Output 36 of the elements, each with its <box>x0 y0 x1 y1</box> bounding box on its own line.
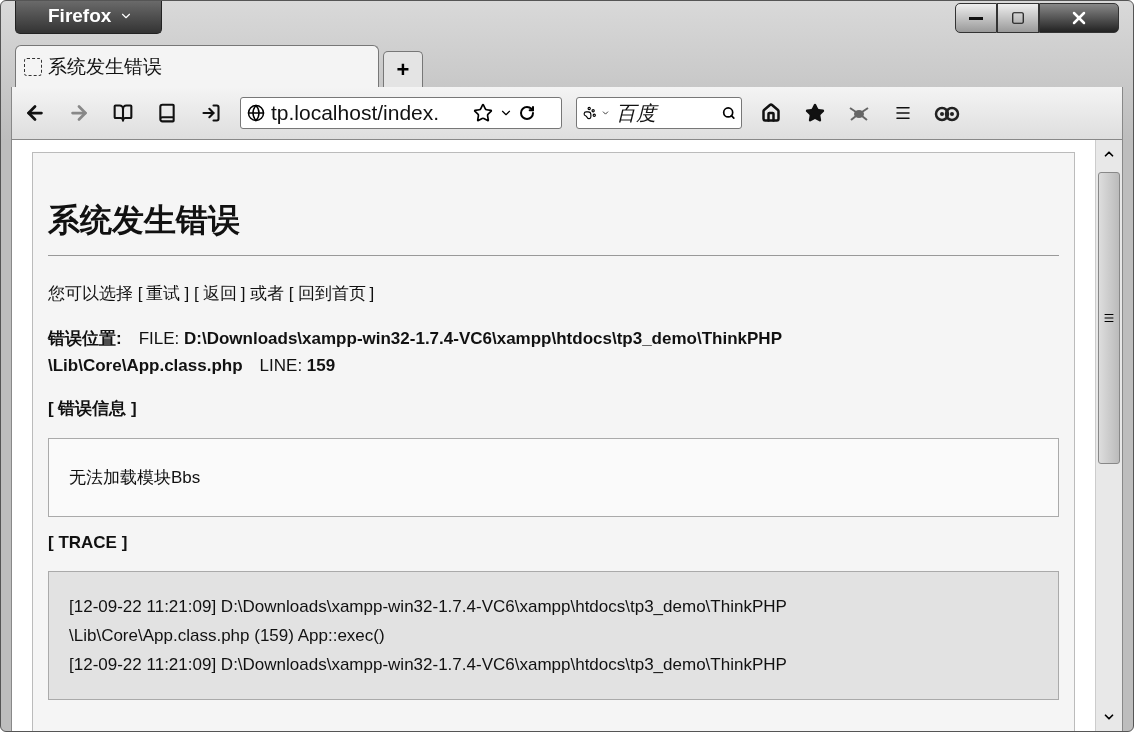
star-icon[interactable] <box>473 103 493 123</box>
error-location-text: \Lib\Core\App.class.php LINE: 159 <box>48 355 337 377</box>
reload-icon[interactable] <box>519 105 535 121</box>
minimize-icon <box>969 16 983 20</box>
options-text: ] <box>369 284 375 303</box>
globe-icon <box>247 104 265 122</box>
new-tab-button[interactable]: + <box>383 51 423 87</box>
scroll-thumb[interactable] <box>1098 172 1120 464</box>
page-link[interactable]: 返回 <box>198 284 241 303</box>
trace-line: [12-09-22 11:21:09] D:\Downloads\xampp-win32-1.7.4-VC6\xampp\htdocs\tp3_demo\ThinkPHP <box>69 596 788 618</box>
page-icon <box>24 57 42 76</box>
minimize-button[interactable] <box>955 3 997 33</box>
paw-icon <box>583 104 597 122</box>
options-text: ] 或者 [ <box>240 284 294 303</box>
close-button[interactable] <box>1039 3 1119 33</box>
page-link[interactable]: 重试 <box>142 284 185 303</box>
trace-line: \Lib\Core\App.class.php (159) App::exec() <box>69 625 386 647</box>
search-field[interactable]: 百度 <box>613 100 718 126</box>
page-link[interactable]: 回到首页 <box>293 284 370 303</box>
maximize-icon <box>1011 11 1025 25</box>
browser-tab[interactable]: 系统发生错误 <box>15 45 379 87</box>
address-bar[interactable]: tp.localhost/index. <box>240 97 562 129</box>
search-box[interactable]: 百度 <box>576 97 742 129</box>
trace-line: [12-09-22 11:21:09] D:\Downloads\xampp-win32-1.7.4-VC6\xampp\htdocs\tp3_demo\ThinkPHP <box>69 654 788 676</box>
search-icon[interactable] <box>721 104 735 122</box>
options-text: 您可以选择 [ <box>48 284 143 303</box>
firefox-menu-button[interactable]: Firefox <box>15 1 163 34</box>
maximize-button[interactable] <box>997 3 1039 33</box>
section-title: [ TRACE ] <box>48 533 129 553</box>
section-title: [ 错误信息 ] <box>48 398 138 420</box>
address-field[interactable]: tp.localhost/index. <box>271 101 467 125</box>
scrollbar[interactable] <box>1095 140 1122 731</box>
page-heading: 系统发生错误 <box>48 199 1059 256</box>
error-message: 无法加载模块Bbs <box>48 438 1059 517</box>
options-text: ] [ <box>184 284 199 303</box>
error-location-text: 错误位置: FILE: D:\Downloads\xampp-win32-1.7.4-VC6\xampp\htdocs\tp3_demo\ThinkPHP <box>48 328 783 350</box>
